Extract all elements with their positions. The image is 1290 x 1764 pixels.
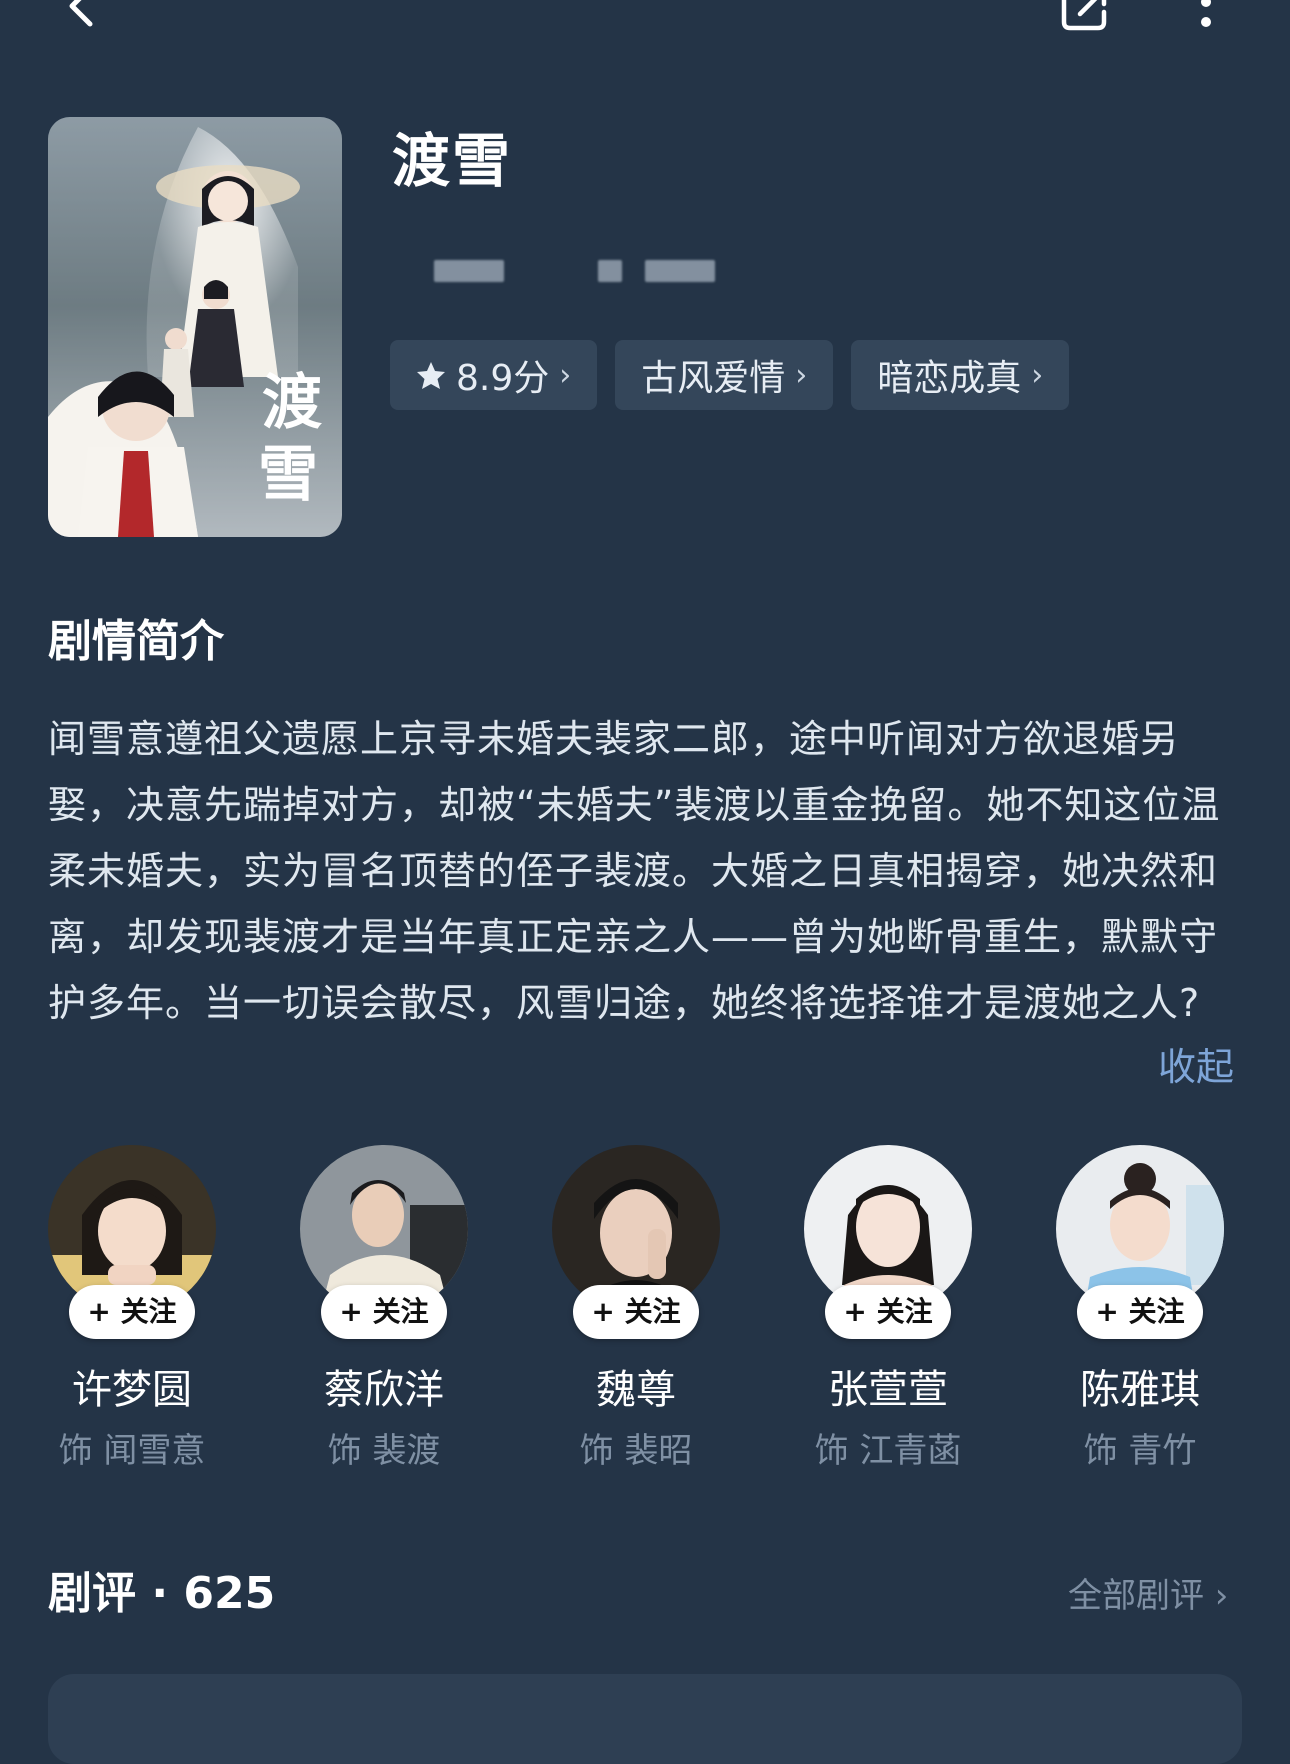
more-vertical-icon xyxy=(1201,0,1211,27)
cast-item[interactable]: + 关注 魏尊 饰 裴昭 xyxy=(552,1145,722,1475)
cast-role: 饰 闻雪意 xyxy=(58,1431,206,1471)
star-icon xyxy=(417,362,445,389)
cast-list: + 关注 许梦圆 饰 闻雪意 + 关注 蔡欣洋 饰 裴渡 + 关注 魏尊 饰 裴… xyxy=(48,1145,1248,1475)
more-button[interactable] xyxy=(1196,0,1216,34)
follow-button[interactable]: + 关注 xyxy=(825,1285,951,1339)
svg-text:雪: 雪 xyxy=(258,440,318,510)
theme-chip[interactable]: 暗恋成真 › xyxy=(851,340,1070,410)
theme-chip-label: 暗恋成真 xyxy=(877,358,1022,399)
cast-role: 饰 裴昭 xyxy=(579,1431,693,1471)
blurred-meta-info xyxy=(430,258,730,288)
cast-name: 魏尊 xyxy=(596,1367,676,1413)
follow-button[interactable]: + 关注 xyxy=(1077,1285,1203,1339)
genre-chip[interactable]: 古风爱情 › xyxy=(615,340,834,410)
chevron-right-icon: › xyxy=(795,357,808,393)
tag-chips: 8.9分 › 古风爱情 › 暗恋成真 › xyxy=(390,340,1070,410)
follow-button[interactable]: + 关注 xyxy=(69,1285,195,1339)
cast-item[interactable]: + 关注 许梦圆 饰 闻雪意 xyxy=(48,1145,218,1475)
cast-role: 饰 江青菡 xyxy=(814,1431,962,1471)
share-button[interactable] xyxy=(1058,0,1112,34)
back-button[interactable] xyxy=(62,0,102,34)
synopsis-text: 闻雪意遵祖父遗愿上京寻未婚夫裴家二郎，途中听闻对方欲退婚另娶，决意先踹掉对方，却… xyxy=(48,717,1221,1025)
chevron-right-icon: › xyxy=(559,357,572,393)
cast-item[interactable]: + 关注 陈雅琪 饰 青竹 xyxy=(1056,1145,1226,1475)
chevron-left-icon xyxy=(69,0,93,27)
show-title: 渡雪 xyxy=(392,127,513,195)
cast-role: 饰 青竹 xyxy=(1083,1431,1197,1471)
follow-button[interactable]: + 关注 xyxy=(573,1285,699,1339)
all-reviews-link[interactable]: 全部剧评 › xyxy=(1068,1568,1228,1624)
cast-name: 张萱萱 xyxy=(828,1367,948,1413)
reviews-heading: 剧评 · 625 xyxy=(48,1568,276,1619)
genre-chip-label: 古风爱情 xyxy=(641,358,786,399)
synopsis-heading: 剧情简介 xyxy=(48,616,224,667)
cast-item[interactable]: + 关注 张萱萱 饰 江青菡 xyxy=(804,1145,974,1475)
rating-chip[interactable]: 8.9分 › xyxy=(390,340,598,410)
cast-name: 陈雅琪 xyxy=(1080,1367,1200,1413)
review-card[interactable] xyxy=(48,1674,1242,1764)
show-poster[interactable]: 渡 雪 xyxy=(48,117,342,537)
poster-image: 渡 雪 xyxy=(48,117,342,537)
cast-role: 饰 裴渡 xyxy=(327,1431,441,1471)
top-bar xyxy=(0,0,1290,60)
chevron-right-icon: › xyxy=(1031,357,1044,393)
cast-name: 蔡欣洋 xyxy=(324,1367,444,1413)
svg-text:渡: 渡 xyxy=(262,368,322,438)
cast-name: 许梦圆 xyxy=(72,1367,192,1413)
rating-chip-label: 8.9分 xyxy=(456,358,550,399)
share-icon xyxy=(1061,0,1107,31)
cast-item[interactable]: + 关注 蔡欣洋 饰 裴渡 xyxy=(300,1145,470,1475)
follow-button[interactable]: + 关注 xyxy=(321,1285,447,1339)
collapse-link[interactable]: 收起 xyxy=(1158,1034,1234,1100)
